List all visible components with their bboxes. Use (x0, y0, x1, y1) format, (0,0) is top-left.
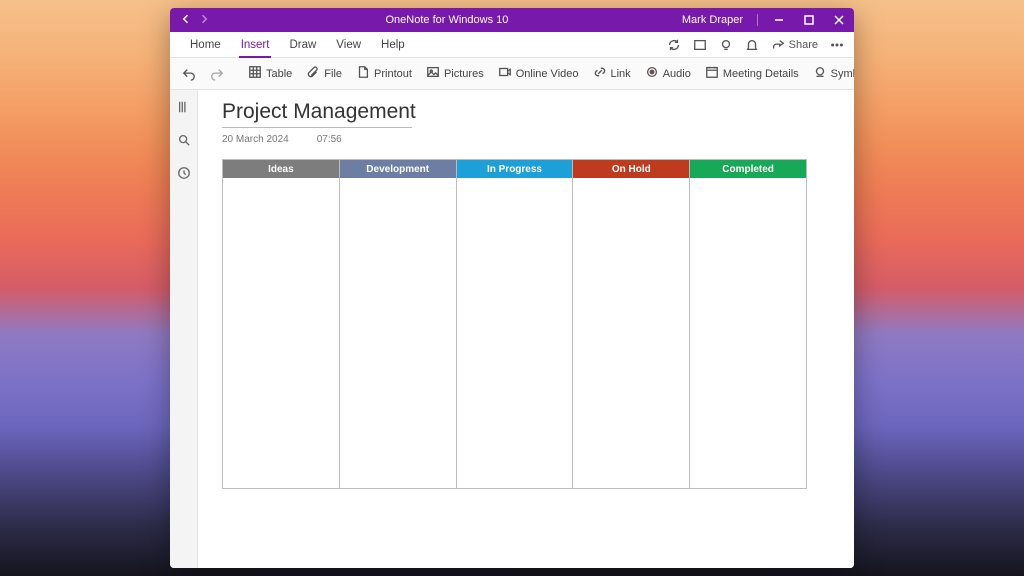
file-button[interactable]: File (302, 65, 346, 82)
symbol-label: Symbol (831, 68, 854, 80)
symbol-button[interactable]: Symbol (809, 65, 854, 82)
picture-icon (426, 65, 440, 82)
table-label: Table (266, 68, 292, 80)
page-icon (356, 65, 370, 82)
bell-icon[interactable] (745, 38, 759, 52)
page-canvas[interactable]: Project Management 20 March 2024 07:56 I… (198, 90, 854, 568)
meeting-details-label: Meeting Details (723, 68, 799, 80)
column-body[interactable] (223, 178, 339, 488)
column-header[interactable]: Completed (690, 160, 806, 178)
column-on-hold: On Hold (572, 160, 689, 488)
column-ideas: Ideas (223, 160, 339, 488)
page-date: 20 March 2024 (222, 134, 289, 145)
maximize-button[interactable] (794, 8, 824, 32)
link-button[interactable]: Link (589, 65, 635, 82)
column-body[interactable] (340, 178, 456, 488)
share-label: Share (789, 39, 818, 51)
recent-icon[interactable] (177, 166, 191, 185)
left-sidebar (170, 90, 198, 568)
forward-icon[interactable] (198, 13, 210, 28)
column-body[interactable] (573, 178, 689, 488)
pictures-button[interactable]: Pictures (422, 65, 488, 82)
share-button[interactable]: Share (771, 38, 818, 52)
file-label: File (324, 68, 342, 80)
column-completed: Completed (689, 160, 806, 488)
column-development: Development (339, 160, 456, 488)
back-icon[interactable] (180, 13, 192, 28)
paperclip-icon (306, 65, 320, 82)
link-label: Link (611, 68, 631, 80)
column-body[interactable] (690, 178, 806, 488)
app-title: OneNote for Windows 10 (220, 14, 674, 26)
redo-button[interactable] (206, 67, 228, 81)
tab-view[interactable]: View (326, 32, 371, 57)
undo-button[interactable] (178, 67, 200, 81)
tab-insert[interactable]: Insert (231, 32, 280, 57)
notebooks-icon[interactable] (177, 100, 191, 119)
pictures-label: Pictures (444, 68, 484, 80)
column-header[interactable]: Ideas (223, 160, 339, 178)
fullscreen-icon[interactable] (693, 38, 707, 52)
ribbon-toolbar: Table File Printout Pictures Online Vide… (170, 58, 854, 90)
sync-icon[interactable] (667, 38, 681, 52)
user-name[interactable]: Mark Draper (674, 14, 751, 26)
audio-icon (645, 65, 659, 82)
bulb-icon[interactable] (719, 38, 733, 52)
column-header[interactable]: On Hold (573, 160, 689, 178)
title-underline (222, 127, 412, 128)
close-button[interactable] (824, 8, 854, 32)
column-body[interactable] (457, 178, 573, 488)
video-icon (498, 65, 512, 82)
search-icon[interactable] (177, 133, 191, 152)
column-in-progress: In Progress (456, 160, 573, 488)
ribbon-tabs: Home Insert Draw View Help Share (170, 32, 854, 58)
meeting-details-button[interactable]: Meeting Details (701, 65, 803, 82)
link-icon (593, 65, 607, 82)
tab-draw[interactable]: Draw (279, 32, 326, 57)
online-video-button[interactable]: Online Video (494, 65, 583, 82)
omega-icon (813, 65, 827, 82)
column-header[interactable]: In Progress (457, 160, 573, 178)
audio-button[interactable]: Audio (641, 65, 695, 82)
audio-label: Audio (663, 68, 691, 80)
tab-home[interactable]: Home (180, 32, 231, 57)
onenote-window: OneNote for Windows 10 Mark Draper Home … (170, 8, 854, 568)
titlebar: OneNote for Windows 10 Mark Draper (170, 8, 854, 32)
table-icon (248, 65, 262, 82)
minimize-button[interactable] (764, 8, 794, 32)
online-video-label: Online Video (516, 68, 579, 80)
printout-label: Printout (374, 68, 412, 80)
more-icon[interactable] (830, 38, 844, 52)
table-button[interactable]: Table (244, 65, 296, 82)
calendar-icon (705, 65, 719, 82)
tab-help[interactable]: Help (371, 32, 415, 57)
printout-button[interactable]: Printout (352, 65, 416, 82)
column-header[interactable]: Development (340, 160, 456, 178)
page-time: 07:56 (317, 134, 342, 145)
page-title[interactable]: Project Management (222, 100, 830, 124)
kanban-table[interactable]: Ideas Development In Progress On Hold Co… (222, 159, 807, 489)
